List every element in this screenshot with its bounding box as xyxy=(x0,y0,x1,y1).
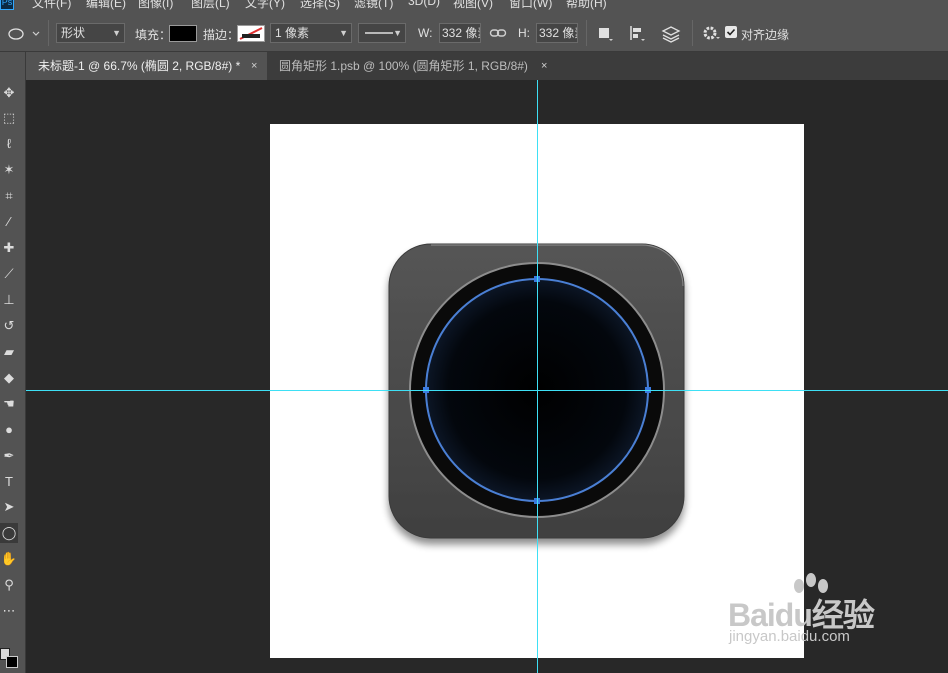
align-left-icon xyxy=(630,26,645,41)
color-swatches[interactable] xyxy=(0,648,18,670)
link-dimensions-button[interactable] xyxy=(489,26,507,40)
fill-color-chip xyxy=(170,26,196,41)
brush-tool-icon[interactable]: ⟋ xyxy=(0,264,18,284)
arrange-layers-icon xyxy=(661,26,681,43)
path-selection-tool-icon[interactable]: ➤ xyxy=(0,497,18,517)
stroke-label: 描边： xyxy=(203,28,240,42)
close-icon[interactable]: × xyxy=(541,52,547,80)
fill-label: 填充： xyxy=(135,28,172,42)
magic-wand-tool-icon[interactable]: ✶ xyxy=(0,160,18,180)
vertical-guide[interactable] xyxy=(537,80,538,673)
menu-select[interactable]: 选择(S) xyxy=(300,0,340,11)
menu-layer[interactable]: 图层(L) xyxy=(191,0,230,11)
hand-tool-icon[interactable]: ✋ xyxy=(0,549,18,569)
smudge-tool-icon[interactable]: ☚ xyxy=(0,394,18,414)
stroke-width-select[interactable]: 1 像素 ▼ xyxy=(270,23,352,43)
path-operations-icon xyxy=(599,28,613,41)
clone-stamp-tool-icon[interactable]: ⊥ xyxy=(0,290,18,310)
width-value: 332 像素 xyxy=(442,26,480,40)
tool-mode-select[interactable]: 形状 ▼ xyxy=(56,23,125,43)
fill-swatch[interactable] xyxy=(169,25,197,42)
menu-window[interactable]: 窗口(W) xyxy=(509,0,552,11)
photoshop-logo: Ps xyxy=(0,0,14,10)
stroke-type-select[interactable]: ▼ xyxy=(358,23,406,43)
crop-tool-icon[interactable]: ⌗ xyxy=(0,186,18,206)
chevron-down-icon: ▼ xyxy=(339,28,348,38)
menu-view[interactable]: 视图(V) xyxy=(453,0,493,11)
path-alignment-button[interactable] xyxy=(628,24,646,42)
background-color-icon[interactable] xyxy=(6,656,18,668)
paint-bucket-tool-icon[interactable]: ◆ xyxy=(0,368,18,388)
no-stroke-icon xyxy=(239,27,263,40)
separator xyxy=(586,20,587,46)
menu-type[interactable]: 文字(Y) xyxy=(245,0,285,11)
lasso-tool-icon[interactable]: ℓ xyxy=(0,134,18,154)
stroke-width-value: 1 像素 xyxy=(275,26,310,40)
align-edges-checkbox[interactable] xyxy=(725,26,737,38)
menu-bar: Ps 文件(F) 编辑(E) 图像(I) 图层(L) 文字(Y) 选择(S) 滤… xyxy=(0,0,948,12)
baidu-watermark: Baidu经验 jingyan.baidu.com xyxy=(725,572,905,652)
width-label: W: xyxy=(418,26,433,40)
eraser-tool-icon[interactable]: ▰ xyxy=(0,342,18,362)
chevron-down-icon: ▼ xyxy=(393,28,402,38)
geometry-settings-button[interactable] xyxy=(702,24,722,42)
document-tab-bar: 未标题-1 @ 66.7% (椭圆 2, RGB/8#) * × 圆角矩形 1.… xyxy=(26,52,948,80)
tab-label: 圆角矩形 1.psb @ 100% (圆角矩形 1, RGB/8#) xyxy=(279,59,528,73)
tab-label: 未标题-1 @ 66.7% (椭圆 2, RGB/8#) * xyxy=(38,59,241,73)
height-label: H: xyxy=(518,26,530,40)
separator xyxy=(48,20,49,46)
healing-brush-tool-icon[interactable]: ✚ xyxy=(0,238,18,258)
link-icon xyxy=(489,29,507,37)
zoom-tool-icon[interactable]: ⚲ xyxy=(0,575,18,595)
history-brush-tool-icon[interactable]: ↺ xyxy=(0,316,18,336)
stroke-line-icon xyxy=(365,32,393,34)
menu-file[interactable]: 文件(F) xyxy=(32,0,71,11)
options-bar: 形状 ▼ 填充： 描边： 1 像素 ▼ ▼ W: 332 像素 H: 332 像… xyxy=(0,12,948,52)
align-edges-label: 对齐边缘 xyxy=(741,28,790,42)
ellipse-preset-icon xyxy=(8,28,40,40)
menu-filter[interactable]: 滤镜(T) xyxy=(354,0,393,11)
height-value: 332 像素 xyxy=(539,26,577,40)
watermark-url: jingyan.baidu.com xyxy=(729,628,850,645)
tools-panel: ✥ ⬚ ℓ ✶ ⌗ ⁄ ✚ ⟋ ⊥ ↺ ▰ ◆ ☚ ● ✒ T ➤ ◯ ✋ ⚲ ⋯ xyxy=(0,52,26,673)
gear-icon xyxy=(703,26,720,40)
menu-image[interactable]: 图像(I) xyxy=(138,0,173,11)
close-icon[interactable]: × xyxy=(251,52,257,80)
tab-rounded-rect-psb[interactable]: 圆角矩形 1.psb @ 100% (圆角矩形 1, RGB/8#) × xyxy=(267,52,557,80)
path-arrangement-button[interactable] xyxy=(660,23,682,43)
separator xyxy=(692,20,693,46)
move-tool-icon[interactable]: ✥ xyxy=(0,83,18,103)
dodge-tool-icon[interactable]: ● xyxy=(0,420,18,440)
horizontal-guide[interactable] xyxy=(26,390,948,391)
stroke-swatch[interactable] xyxy=(237,25,265,42)
menu-3d[interactable]: 3D(D) xyxy=(408,0,440,8)
menu-edit[interactable]: 编辑(E) xyxy=(86,0,126,11)
tool-preset-picker[interactable] xyxy=(6,25,44,43)
more-tools-icon[interactable]: ⋯ xyxy=(0,601,18,621)
type-tool-icon[interactable]: T xyxy=(0,472,18,492)
path-operations-button[interactable] xyxy=(597,24,615,42)
ellipse-tool-icon[interactable]: ◯ xyxy=(0,523,18,543)
checkmark-icon xyxy=(726,28,736,36)
tool-mode-value: 形状 xyxy=(61,26,86,40)
menu-help[interactable]: 帮助(H) xyxy=(566,0,607,11)
eyedropper-tool-icon[interactable]: ⁄ xyxy=(0,212,18,232)
pen-tool-icon[interactable]: ✒ xyxy=(0,446,18,466)
marquee-tool-icon[interactable]: ⬚ xyxy=(0,108,18,128)
width-input[interactable]: 332 像素 xyxy=(439,23,481,43)
height-input[interactable]: 332 像素 xyxy=(536,23,578,43)
tab-untitled-1[interactable]: 未标题-1 @ 66.7% (椭圆 2, RGB/8#) * × xyxy=(26,52,267,80)
chevron-down-icon: ▼ xyxy=(112,28,121,38)
